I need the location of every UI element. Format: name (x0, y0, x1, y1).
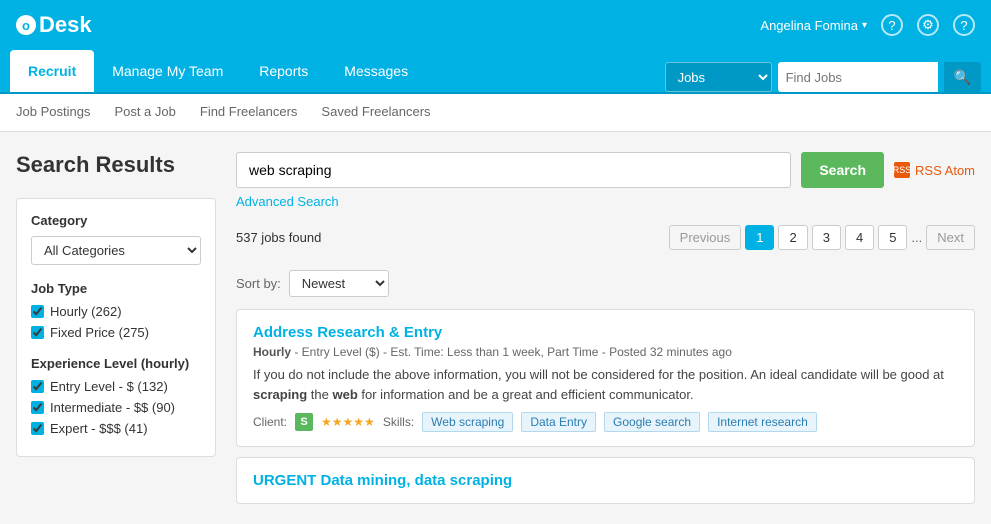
search-row: Search RSS RSS Atom (236, 152, 975, 188)
skill-google-search[interactable]: Google search (604, 412, 700, 432)
rss-icon: RSS (894, 162, 910, 178)
nav-tab-messages[interactable]: Messages (326, 50, 426, 92)
subnav-find-freelancers[interactable]: Find Freelancers (200, 96, 298, 129)
logo-o: o (16, 15, 36, 35)
filter-expert: Expert - $$$ (41) (31, 421, 201, 436)
skill-web-scraping[interactable]: Web scraping (422, 412, 513, 432)
subnav-post-a-job[interactable]: Post a Job (114, 96, 175, 129)
nav-bar: Recruit Manage My Team Reports Messages … (0, 50, 991, 94)
help-alt-icon[interactable]: ? (953, 14, 975, 36)
settings-gear-icon[interactable]: ⚙ (917, 14, 939, 36)
skills-label-1: Skills: (383, 415, 414, 429)
subnav-job-postings[interactable]: Job Postings (16, 96, 90, 129)
pagination-prev[interactable]: Previous (669, 225, 742, 250)
skill-internet-research[interactable]: Internet research (708, 412, 817, 432)
help-circle-icon[interactable]: ? (881, 14, 903, 36)
job-title-2[interactable]: URGENT Data mining, data scraping (253, 472, 958, 489)
sort-select[interactable]: Newest Relevance (289, 270, 389, 297)
top-bar: o Desk Angelina Fomina ▾ ? ⚙ ? (0, 0, 991, 50)
subnav-saved-freelancers[interactable]: Saved Freelancers (321, 96, 430, 129)
pagination-page-5[interactable]: 5 (878, 225, 907, 250)
skill-data-entry[interactable]: Data Entry (521, 412, 596, 432)
main-search-button[interactable]: Search (801, 152, 884, 188)
pagination-page-3[interactable]: 3 (812, 225, 841, 250)
filter-entry: Entry Level - $ (132) (31, 379, 201, 394)
client-stars-1: ★★★★★ (321, 415, 375, 429)
filter-job-type-group: Job Type Hourly (262) Fixed Price (275) (31, 281, 201, 340)
job-meta-1: Hourly - Entry Level ($) - Est. Time: Le… (253, 345, 958, 359)
nav-search-input[interactable] (778, 62, 938, 92)
job-title-1[interactable]: Address Research & Entry (253, 324, 958, 341)
nav-search: Jobs Freelancers 🔍 (665, 62, 991, 92)
sort-row: Sort by: Newest Relevance (236, 270, 975, 297)
checkbox-expert[interactable] (31, 422, 44, 435)
nav-tab-manage[interactable]: Manage My Team (94, 50, 241, 92)
user-caret[interactable]: ▾ (862, 20, 867, 31)
checkbox-intermediate[interactable] (31, 401, 44, 414)
results-header: 537 jobs found Previous 1 2 3 4 5 ... Ne… (236, 225, 975, 258)
checkbox-entry[interactable] (31, 380, 44, 393)
sort-label: Sort by: (236, 276, 281, 291)
filter-hourly: Hourly (262) (31, 304, 201, 319)
checkbox-hourly[interactable] (31, 305, 44, 318)
nav-tabs: Recruit Manage My Team Reports Messages (10, 50, 426, 92)
filter-category-group: Category All Categories (31, 213, 201, 265)
advanced-search-link[interactable]: Advanced Search (236, 194, 339, 209)
main-search-input[interactable] (236, 152, 791, 188)
pagination-next[interactable]: Next (926, 225, 975, 250)
username: Angelina Fomina ▾ (760, 18, 867, 33)
experience-label: Experience Level (hourly) (31, 356, 201, 371)
nav-search-button[interactable]: 🔍 (944, 62, 981, 92)
rss-link[interactable]: RSS RSS Atom (894, 162, 975, 178)
main-content: Search RSS RSS Atom Advanced Search 537 … (236, 152, 975, 504)
filter-intermediate: Intermediate - $$ (90) (31, 400, 201, 415)
job-listing-2: URGENT Data mining, data scraping (236, 457, 975, 504)
logo: o Desk (16, 12, 92, 38)
nav-search-category[interactable]: Jobs Freelancers (665, 62, 772, 92)
top-bar-right: Angelina Fomina ▾ ? ⚙ ? (760, 14, 975, 36)
page-title: Search Results (16, 152, 216, 178)
job-type-label: Job Type (31, 281, 201, 296)
sub-nav: Job Postings Post a Job Find Freelancers… (0, 94, 991, 132)
job-desc-1: If you do not include the above informat… (253, 365, 958, 404)
client-label-1: Client: (253, 415, 287, 429)
sidebar: Search Results Category All Categories J… (16, 152, 216, 504)
jobs-count: 537 jobs found (236, 230, 321, 245)
nav-tab-recruit[interactable]: Recruit (10, 50, 94, 92)
filter-section: Category All Categories Job Type Hourly … (16, 198, 216, 457)
pagination-page-2[interactable]: 2 (778, 225, 807, 250)
checkbox-fixed[interactable] (31, 326, 44, 339)
nav-tab-reports[interactable]: Reports (241, 50, 326, 92)
filter-experience-group: Experience Level (hourly) Entry Level - … (31, 356, 201, 436)
job-footer-1: Client: S ★★★★★ Skills: Web scraping Dat… (253, 412, 958, 432)
client-badge-1: S (295, 413, 313, 431)
pagination: Previous 1 2 3 4 5 ... Next (669, 225, 975, 250)
category-label: Category (31, 213, 201, 228)
page-content: Search Results Category All Categories J… (0, 132, 991, 524)
pagination-ellipsis: ... (911, 230, 922, 245)
pagination-page-1[interactable]: 1 (745, 225, 774, 250)
filter-fixed: Fixed Price (275) (31, 325, 201, 340)
job-listing-1: Address Research & Entry Hourly - Entry … (236, 309, 975, 447)
logo-text: Desk (39, 12, 92, 38)
pagination-page-4[interactable]: 4 (845, 225, 874, 250)
category-select[interactable]: All Categories (31, 236, 201, 265)
